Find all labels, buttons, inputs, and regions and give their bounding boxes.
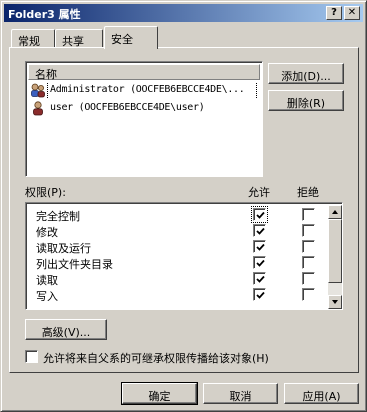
deny-checkbox[interactable] [302, 288, 315, 301]
inherit-checkbox[interactable] [25, 350, 38, 363]
user-list[interactable]: 名称 Administrator (OOCFEB6EBCCE4DE\... us… [25, 61, 263, 177]
deny-checkbox[interactable] [302, 208, 315, 221]
help-icon: ? [331, 7, 337, 18]
user-label: user (OOCFEB6EBCCE4DE\user) [50, 102, 205, 113]
permission-label: 完全控制 [36, 210, 80, 223]
user-icon [33, 101, 43, 116]
scroll-up-button[interactable] [328, 205, 342, 219]
list-item-administrator[interactable]: Administrator (OOCFEB6EBCCE4DE\... [30, 82, 260, 99]
ok-button[interactable]: 确定 [121, 382, 198, 405]
advanced-button-label: 高级(V)... [41, 326, 91, 339]
ok-button-label: 确定 [148, 390, 171, 403]
permission-label: 列出文件夹目录 [36, 258, 113, 271]
inherit-label: 允许将来自父系的可继承权限传播给该对象(H) [43, 352, 269, 365]
tab-sharing[interactable]: 共享 [55, 29, 103, 48]
window-title: Folder3 属性 [8, 8, 81, 21]
allow-checkbox[interactable] [253, 240, 266, 253]
permission-label: 写入 [36, 290, 58, 303]
permission-label: 读取 [36, 274, 58, 287]
deny-checkbox[interactable] [302, 272, 315, 285]
allow-column-header: 允许 [248, 186, 270, 199]
help-button[interactable]: ? [326, 6, 342, 20]
tab-security[interactable]: 安全 [104, 26, 158, 49]
arrow-down-icon [332, 300, 338, 304]
allow-checkbox[interactable] [253, 272, 266, 285]
arrow-up-icon [332, 210, 338, 214]
apply-button[interactable]: 应用(A) [284, 383, 359, 404]
tab-security-label: 安全 [111, 33, 133, 46]
deny-checkbox[interactable] [302, 224, 315, 237]
allow-checkbox[interactable] [251, 206, 268, 223]
title-bar[interactable]: Folder3 属性 ? ✕ [4, 4, 363, 22]
apply-button-label: 应用(A) [302, 390, 341, 403]
advanced-button[interactable]: 高级(V)... [25, 319, 107, 340]
permissions-scrollbar[interactable] [328, 205, 342, 309]
name-column-label: 名称 [35, 68, 57, 81]
allow-checkbox[interactable] [253, 288, 266, 301]
remove-button-label: 删除(R) [286, 97, 326, 110]
users-group-icon [31, 83, 45, 98]
deny-checkbox[interactable] [302, 256, 315, 269]
permissions-label: 权限(P): [25, 186, 66, 199]
add-button[interactable]: 添加(D)... [268, 63, 344, 84]
allow-checkbox[interactable] [253, 224, 266, 237]
close-icon: ✕ [347, 7, 357, 18]
remove-button[interactable]: 删除(R) [268, 90, 344, 111]
scroll-down-button[interactable] [328, 295, 342, 309]
close-button[interactable]: ✕ [344, 6, 360, 20]
cancel-button-label: 取消 [229, 390, 252, 403]
name-column-header[interactable]: 名称 [28, 64, 260, 81]
allow-checkbox[interactable] [253, 256, 266, 269]
deny-column-header: 拒绝 [297, 186, 319, 199]
permissions-list[interactable]: 完全控制修改读取及运行列出文件夹目录 读取写入 [25, 202, 343, 310]
properties-dialog: Folder3 属性 ? ✕ 常规 共享 安全 名称 Administrator… [0, 0, 367, 412]
scroll-thumb[interactable] [328, 219, 342, 283]
cancel-button[interactable]: 取消 [203, 383, 278, 404]
permission-label: 读取及运行 [36, 242, 91, 255]
permission-label: 修改 [36, 226, 58, 239]
add-button-label: 添加(D)... [281, 70, 331, 83]
tab-general[interactable]: 常规 [11, 29, 55, 48]
list-item-user[interactable]: user (OOCFEB6EBCCE4DE\user) [30, 100, 260, 117]
administrator-label: Administrator (OOCFEB6EBCCE4DE\... [50, 84, 245, 95]
deny-checkbox[interactable] [302, 240, 315, 253]
